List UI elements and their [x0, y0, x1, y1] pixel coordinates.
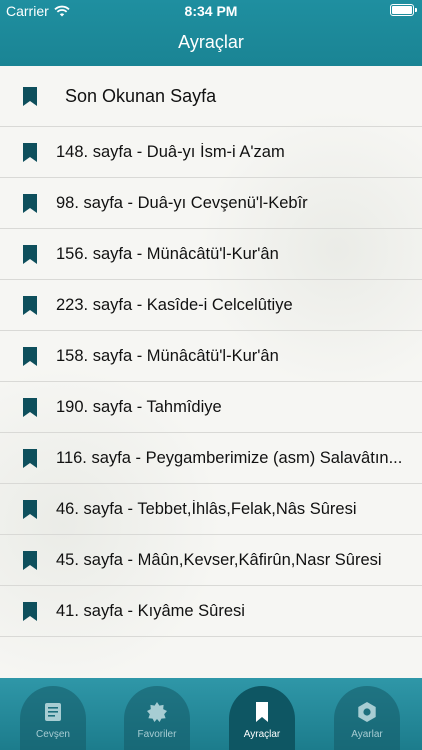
bookmark-icon	[23, 500, 37, 519]
status-time: 8:34 PM	[184, 3, 238, 19]
bookmark-icon	[23, 602, 37, 621]
tab-cevsen[interactable]: Cevşen	[20, 678, 86, 750]
status-bar: Carrier 8:34 PM	[0, 0, 422, 22]
bookmark-row[interactable]: 116. sayfa - Peygamberimize (asm) Salavâ…	[0, 433, 422, 484]
bookmark-icon	[23, 194, 37, 213]
bookmark-label: 46. sayfa - Tebbet,İhlâs,Felak,Nâs Sûres…	[56, 500, 357, 518]
bookmark-icon	[23, 347, 37, 366]
bookmark-row[interactable]: 45. sayfa - Mâûn,Kevser,Kâfirûn,Nasr Sûr…	[0, 535, 422, 586]
bookmark-label: 116. sayfa - Peygamberimize (asm) Salavâ…	[56, 449, 403, 467]
book-icon	[45, 703, 61, 721]
tab-favoriler[interactable]: Favoriler	[124, 678, 190, 750]
page-title: Ayraçlar	[178, 32, 244, 52]
tab-label: Ayarlar	[351, 729, 383, 740]
tab-label: Ayraçlar	[243, 729, 281, 740]
tab-bar: Cevşen Favoriler Ayraçlar Ayarlar	[0, 678, 422, 750]
bookmark-label: Son Okunan Sayfa	[65, 86, 217, 106]
bookmark-icon	[23, 296, 37, 315]
battery-icon	[390, 4, 417, 16]
bookmark-row[interactable]: 223. sayfa - Kasîde-i Celcelûtiye	[0, 280, 422, 331]
bookmark-row[interactable]: 156. sayfa - Münâcâtü'l-Kur'ân	[0, 229, 422, 280]
bookmark-label: 148. sayfa - Duâ-yı İsm-i A'zam	[56, 143, 285, 161]
bookmark-icon	[256, 702, 268, 722]
bookmark-icon	[23, 449, 37, 468]
bookmark-row[interactable]: 190. sayfa - Tahmîdiye	[0, 382, 422, 433]
bookmark-row[interactable]: 158. sayfa - Münâcâtü'l-Kur'ân	[0, 331, 422, 382]
bookmark-label: 156. sayfa - Münâcâtü'l-Kur'ân	[56, 245, 279, 263]
bookmark-icon	[23, 87, 37, 106]
bookmark-icon	[23, 551, 37, 570]
tab-ayraclar[interactable]: Ayraçlar	[229, 678, 295, 750]
bookmark-row[interactable]: 148. sayfa - Duâ-yı İsm-i A'zam	[0, 127, 422, 178]
bookmark-label: 98. sayfa - Duâ-yı Cevşenü'l-Kebîr	[56, 194, 308, 212]
tab-label: Favoriler	[137, 729, 177, 740]
bookmark-row[interactable]: 98. sayfa - Duâ-yı Cevşenü'l-Kebîr	[0, 178, 422, 229]
navigation-header: Carrier 8:34 PM Ayraçlar	[0, 0, 422, 66]
bookmark-label: 158. sayfa - Münâcâtü'l-Kur'ân	[56, 347, 279, 365]
bookmark-row-last-read[interactable]: Son Okunan Sayfa	[0, 66, 422, 127]
tab-ayarlar[interactable]: Ayarlar	[334, 678, 400, 750]
bookmark-list: Son Okunan Sayfa 148. sayfa - Duâ-yı İsm…	[0, 66, 422, 678]
bookmark-row[interactable]: 41. sayfa - Kıyâme Sûresi	[0, 586, 422, 637]
star-badge-icon	[147, 702, 167, 722]
bookmark-icon	[23, 143, 37, 162]
bookmark-icon	[23, 398, 37, 417]
bookmark-label: 41. sayfa - Kıyâme Sûresi	[56, 602, 245, 620]
bookmark-label: 190. sayfa - Tahmîdiye	[56, 398, 222, 416]
bookmark-label: 223. sayfa - Kasîde-i Celcelûtiye	[56, 296, 293, 314]
tab-label: Cevşen	[36, 729, 70, 740]
bookmark-label: 45. sayfa - Mâûn,Kevser,Kâfirûn,Nasr Sûr…	[56, 551, 382, 569]
bookmark-row[interactable]: 46. sayfa - Tebbet,İhlâs,Felak,Nâs Sûres…	[0, 484, 422, 535]
gear-icon	[358, 702, 376, 722]
bookmark-icon	[23, 245, 37, 264]
